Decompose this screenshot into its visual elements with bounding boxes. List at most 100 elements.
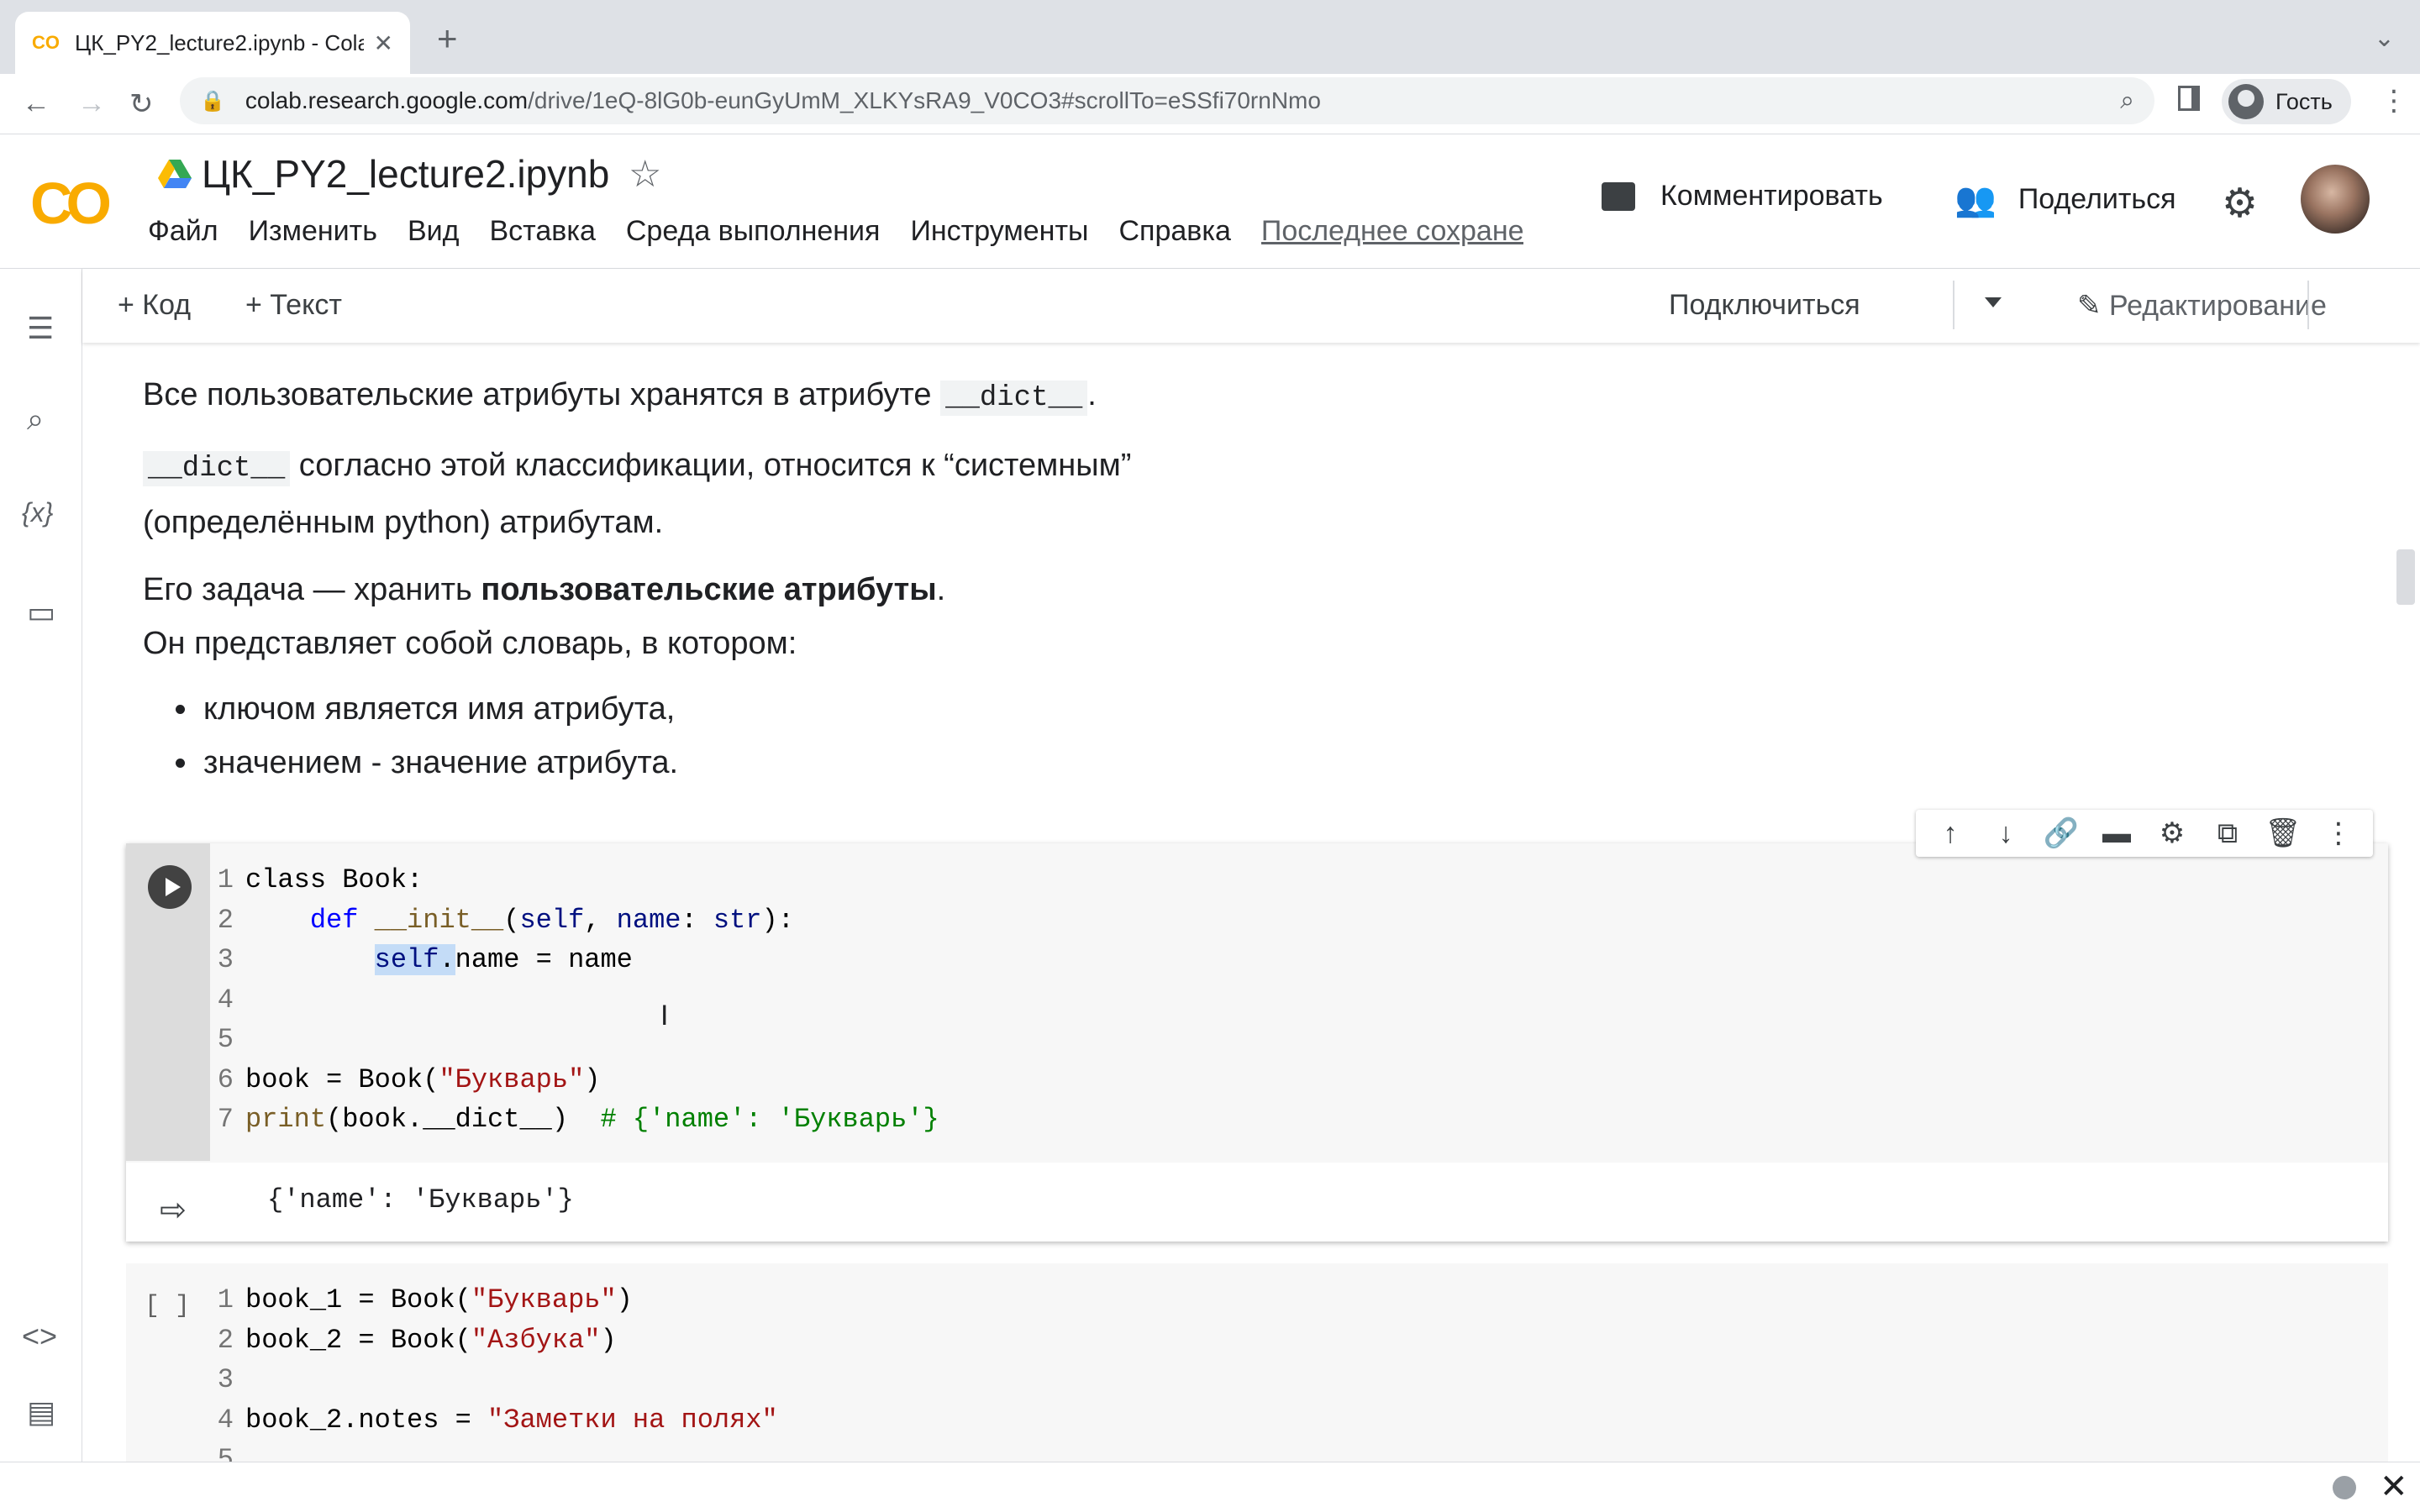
comment-label: Комментировать — [1660, 180, 1883, 212]
md-inline-code: __dict__ — [143, 451, 291, 486]
text-cursor-icon: I — [660, 1000, 669, 1032]
browser-tab-strip: CO ЦК_PY2_lecture2.ipynb - Colab ✕ + ⌄ — [0, 0, 2420, 74]
share-label: Поделиться — [2018, 183, 2176, 215]
star-icon[interactable]: ☆ — [629, 153, 661, 196]
toolbar-divider — [1953, 281, 1954, 329]
menu-runtime[interactable]: Среда выполнения — [626, 215, 881, 248]
back-arrow-icon[interactable]: ← — [22, 87, 50, 120]
code-editor[interactable]: 1 class Book: 2 def __init__(self, name: … — [207, 860, 939, 1140]
code-cell[interactable]: [ ] 1 book_1 = Book("Букварь") 2 book_2 = … — [126, 1263, 2388, 1462]
output-actions-icon[interactable]: ⇨ — [160, 1191, 187, 1229]
menu-tools[interactable]: Инструменты — [910, 215, 1088, 248]
url-host: colab.research.google.com — [245, 87, 529, 113]
share-button[interactable]: 👥 Поделиться — [1954, 180, 2176, 219]
browser-tab[interactable]: CO ЦК_PY2_lecture2.ipynb - Colab ✕ — [15, 12, 410, 74]
people-icon: 👥 — [1954, 181, 1996, 218]
side-panel-icon[interactable] — [2178, 86, 2200, 111]
add-text-button[interactable]: + Текст — [245, 289, 342, 322]
settings-gear-icon[interactable]: ⚙ — [2222, 180, 2258, 227]
cell-gutter — [126, 843, 210, 1161]
close-status-icon[interactable]: ✕ — [2380, 1467, 2408, 1506]
output-text: {'name': 'Букварь'} — [267, 1184, 574, 1215]
md-bold: пользовательские атрибуты — [481, 572, 937, 607]
pencil-icon: ✎ — [2077, 290, 2109, 322]
runtime-status-icon[interactable] — [2333, 1476, 2356, 1499]
cell-settings-icon[interactable]: ⚙ — [2154, 816, 2191, 850]
code-editor[interactable]: 1 book_1 = Book("Букварь") 2 book_2 = Book… — [207, 1280, 778, 1462]
tab-search-chevron-icon[interactable]: ⌄ — [2374, 24, 2395, 53]
address-bar[interactable]: 🔒 colab.research.google.com/drive/1eQ-8l… — [180, 77, 2154, 124]
last-saved-link[interactable]: Последнее сохранение — [1261, 215, 1523, 248]
status-bar: ✕ — [0, 1462, 2420, 1512]
url-text[interactable]: colab.research.google.com/drive/1eQ-8lG0… — [245, 87, 2120, 114]
markdown-bullet-list: ключом является имя атрибута, значением … — [200, 682, 678, 790]
menu-edit[interactable]: Изменить — [249, 215, 377, 248]
md-text: согласно этой классификации, относится к… — [290, 448, 1132, 483]
add-code-button[interactable]: + Код — [118, 289, 191, 322]
comment-button[interactable]: Комментировать — [1602, 180, 1883, 213]
editing-label: Редактирование — [2108, 290, 2327, 322]
menu-help[interactable]: Справка — [1118, 215, 1230, 248]
browser-menu-icon[interactable]: ⋮ — [2380, 84, 2408, 118]
profile-button[interactable]: Гость — [2222, 79, 2351, 124]
md-text: . — [1087, 377, 1097, 412]
lock-icon[interactable]: 🔒 — [200, 89, 225, 113]
user-avatar[interactable] — [2301, 165, 2370, 234]
cell-output: ⇨ {'name': 'Букварь'} — [126, 1168, 2388, 1242]
scrollbar-thumb[interactable] — [2396, 549, 2415, 605]
code-cell-editor[interactable]: 1 class Book: 2 def __init__(self, name: … — [126, 843, 2388, 1163]
terminal-icon[interactable]: ▤ — [27, 1394, 55, 1430]
menu-file[interactable]: Файл — [148, 215, 218, 248]
notebook-toolbar: + Код + Текст Подключиться ✎ Редактирова… — [82, 269, 2420, 343]
notebook-title[interactable]: ЦК_PY2_lecture2.ipynb — [202, 151, 609, 197]
toc-icon[interactable]: ☰ — [27, 311, 54, 346]
zoom-icon[interactable]: ⌕ — [2120, 87, 2134, 115]
link-icon[interactable]: 🔗 — [2043, 816, 2080, 850]
new-tab-button[interactable]: + — [437, 18, 458, 59]
md-text: (определённым python) атрибутам. — [143, 505, 664, 540]
colab-menubar: Файл Изменить Вид Вставка Среда выполнен… — [148, 215, 1523, 248]
md-text: . — [936, 572, 946, 607]
profile-label: Гость — [2275, 88, 2333, 114]
tab-close-icon[interactable]: ✕ — [374, 29, 393, 57]
menu-view[interactable]: Вид — [408, 215, 460, 248]
code-snippets-icon[interactable]: <> — [22, 1319, 57, 1354]
toolbar-divider — [2307, 281, 2309, 329]
md-text: Его задача — хранить — [143, 572, 481, 607]
markdown-paragraph: Его задача — хранить пользовательские ат… — [143, 563, 945, 670]
url-path: /drive/1eQ-8lG0b-eunGyUmM_XLKYsRA9_V0CO3… — [528, 87, 1321, 113]
md-text: Он представляет собой словарь, в котором… — [143, 626, 797, 661]
delete-icon[interactable]: 🗑 — [2265, 816, 2302, 850]
menu-insert[interactable]: Вставка — [489, 215, 595, 248]
more-options-icon[interactable]: ⋮ — [2320, 816, 2357, 850]
run-cell-button[interactable] — [148, 865, 192, 909]
markdown-paragraph: __dict__ согласно этой классификации, от… — [143, 438, 1131, 549]
editing-mode-button[interactable]: ✎ Редактирование — [2077, 289, 2327, 323]
reload-icon[interactable]: ↻ — [129, 87, 154, 121]
comment-icon — [1602, 181, 1635, 211]
colab-header: CO ЦК_PY2_lecture2.ipynb ☆ Файл Изменить… — [0, 134, 2420, 269]
guest-avatar-icon — [2228, 84, 2264, 119]
mirror-cell-icon[interactable]: ⧉ — [2209, 817, 2246, 850]
folder-icon[interactable]: ▭ — [27, 595, 55, 630]
move-down-icon[interactable]: ↓ — [1987, 817, 2024, 850]
notebook-content: Все пользовательские атрибуты хранятся в… — [82, 343, 2395, 1462]
cell-toolbar: ↑ ↓ 🔗 ▬ ⚙ ⧉ 🗑 ⋮ — [1916, 810, 2373, 857]
google-drive-icon[interactable] — [158, 160, 192, 190]
md-inline-code: __dict__ — [940, 381, 1088, 416]
comment-cell-icon[interactable]: ▬ — [2098, 817, 2135, 850]
execution-count[interactable]: [ ] — [145, 1292, 190, 1320]
variables-icon[interactable]: {x} — [22, 497, 53, 528]
left-sidebar: ☰ ⌕ {x} ▭ <> ▤ — [0, 269, 82, 1462]
colab-favicon-icon: CO — [32, 32, 60, 53]
list-item: значением - значение атрибута. — [200, 736, 678, 790]
forward-arrow-icon[interactable]: → — [77, 87, 106, 120]
markdown-paragraph: Все пользовательские атрибуты хранятся в… — [143, 368, 1097, 425]
list-item: ключом является имя атрибута, — [200, 682, 678, 736]
move-up-icon[interactable]: ↑ — [1932, 817, 1969, 850]
connect-button[interactable]: Подключиться — [1669, 289, 1860, 322]
connect-dropdown-icon[interactable] — [1985, 297, 2002, 307]
search-icon[interactable]: ⌕ — [27, 402, 44, 438]
colab-logo[interactable]: CO — [30, 170, 112, 237]
code-cell-active[interactable]: 1 class Book: 2 def __init__(self, name: … — [126, 843, 2388, 1242]
